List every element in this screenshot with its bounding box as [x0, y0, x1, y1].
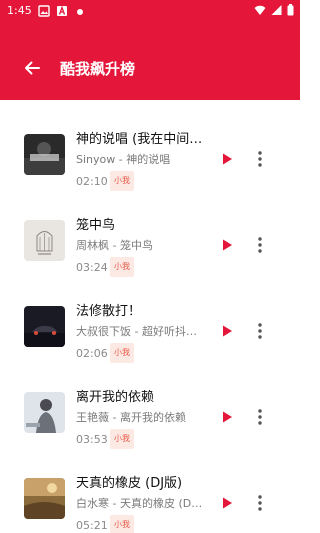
album-cover: [24, 134, 65, 175]
status-bar: 1:45: [0, 0, 300, 24]
more-options-icon[interactable]: [253, 322, 267, 340]
song-list: 神的说唱 (我在中间… Sinyow - 神的说唱 02:10 小我 笼中鸟 周…: [0, 100, 300, 533]
song-duration: 05:21: [76, 519, 108, 532]
more-options-icon[interactable]: [253, 494, 267, 512]
album-cover: [24, 306, 65, 347]
song-item[interactable]: 笼中鸟 周林枫 - 笼中鸟 03:24 小我: [0, 210, 300, 296]
song-title: 神的说唱 (我在中间…: [76, 132, 203, 147]
quality-badge: 小我: [110, 171, 134, 191]
app-bar: 酷我飙升榜: [0, 24, 300, 100]
play-icon[interactable]: [220, 152, 234, 166]
play-icon[interactable]: [220, 496, 234, 510]
song-duration: 03:24: [76, 261, 108, 274]
song-title: 离开我的依赖: [76, 390, 155, 405]
image-notification-icon: [38, 5, 50, 17]
song-item[interactable]: 天真的橡皮 (DJ版) 白水寒 - 天真的橡皮 (D… 05:21 小我: [0, 468, 300, 533]
song-item[interactable]: 法修散打！ 大叔很下饭 - 超好听抖… 02:06 小我: [0, 296, 300, 382]
album-cover: [24, 478, 65, 519]
signal-icon: [271, 5, 282, 15]
song-subtitle: 白水寒 - 天真的橡皮 (D…: [76, 497, 203, 510]
more-options-icon[interactable]: [253, 150, 267, 168]
album-cover: [24, 220, 65, 261]
battery-icon: [287, 4, 294, 16]
quality-badge: 小我: [110, 515, 134, 533]
quality-badge: 小我: [110, 343, 134, 363]
dot-notification-icon: [77, 9, 83, 15]
wifi-icon: [254, 5, 266, 15]
song-title: 天真的橡皮 (DJ版): [76, 476, 183, 491]
song-duration: 03:53: [76, 433, 108, 446]
back-arrow-icon[interactable]: [22, 58, 42, 78]
song-item[interactable]: 神的说唱 (我在中间… Sinyow - 神的说唱 02:10 小我: [0, 124, 300, 210]
more-options-icon[interactable]: [253, 408, 267, 426]
page-title: 酷我飙升榜: [60, 60, 136, 78]
song-duration: 02:06: [76, 347, 108, 360]
song-subtitle: Sinyow - 神的说唱: [76, 153, 171, 166]
font-notification-icon: [57, 5, 67, 16]
quality-badge: 小我: [110, 257, 134, 277]
song-duration: 02:10: [76, 175, 108, 188]
quality-badge: 小我: [110, 429, 134, 449]
song-subtitle: 周林枫 - 笼中鸟: [76, 239, 153, 252]
status-time: 1:45: [7, 4, 32, 17]
song-subtitle: 王艳薇 - 离开我的依赖: [76, 411, 186, 424]
song-subtitle: 大叔很下饭 - 超好听抖…: [76, 325, 197, 338]
song-item[interactable]: 离开我的依赖 王艳薇 - 离开我的依赖 03:53 小我: [0, 382, 300, 468]
play-icon[interactable]: [220, 238, 234, 252]
song-title: 法修散打！: [76, 304, 142, 319]
song-title: 笼中鸟: [76, 218, 116, 233]
play-icon[interactable]: [220, 324, 234, 338]
album-cover: [24, 392, 65, 433]
more-options-icon[interactable]: [253, 236, 267, 254]
play-icon[interactable]: [220, 410, 234, 424]
